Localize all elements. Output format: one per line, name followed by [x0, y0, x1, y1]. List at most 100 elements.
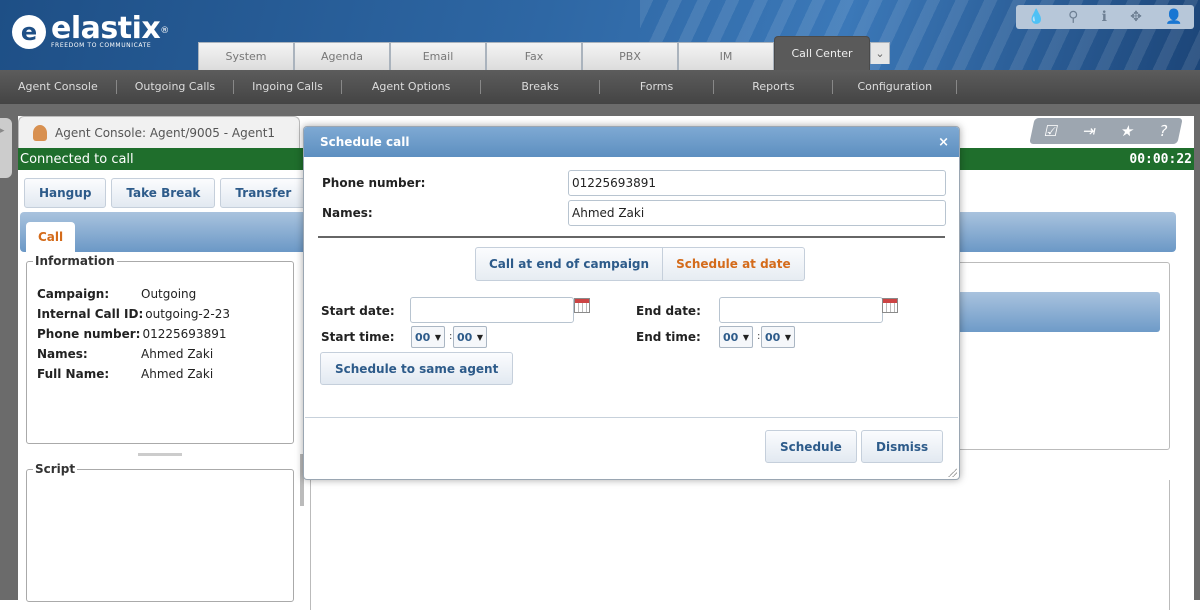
- full-name-label: Full Name:: [37, 367, 110, 381]
- close-icon[interactable]: ×: [938, 135, 949, 150]
- full-name-value: Ahmed Zaki: [141, 367, 214, 381]
- call-at-end-of-campaign-option[interactable]: Call at end of campaign: [475, 247, 664, 281]
- tab-email[interactable]: Email: [390, 42, 486, 70]
- start-date-label: Start date:: [321, 304, 395, 318]
- call-center-subnav: Agent Console Outgoing Calls Ingoing Cal…: [0, 70, 1200, 104]
- schedule-at-date-option[interactable]: Schedule at date: [663, 247, 805, 281]
- tab-agenda[interactable]: Agenda: [294, 42, 390, 70]
- lower-details-pane: [310, 480, 1170, 610]
- information-panel: Information Campaign: Outgoing Internal C…: [26, 254, 294, 444]
- transfer-button[interactable]: Transfer: [220, 178, 307, 208]
- call-id-label: Internal Call ID:: [37, 307, 144, 321]
- call-timer: 00:00:22: [1129, 151, 1192, 167]
- console-tab-title: Agent Console: Agent/9005 - Agent1: [55, 125, 276, 140]
- time-separator: :: [449, 331, 453, 342]
- info-icon[interactable]: ℹ: [1102, 9, 1107, 25]
- phone-value: 01225693891: [142, 327, 227, 341]
- subnav-forms[interactable]: Forms: [600, 80, 715, 94]
- tab-pbx[interactable]: PBX: [582, 42, 678, 70]
- help-icon[interactable]: ?: [1158, 122, 1170, 140]
- subnav-agent-options[interactable]: Agent Options: [342, 80, 482, 94]
- names-value: Ahmed Zaki: [141, 347, 214, 361]
- tab-fax[interactable]: Fax: [486, 42, 582, 70]
- end-hour-select[interactable]: 00 ▼: [719, 326, 753, 348]
- start-hour-select[interactable]: 00 ▼: [411, 326, 445, 348]
- dialog-title: Schedule call: [320, 135, 410, 149]
- tab-call-center[interactable]: Call Center: [774, 36, 870, 70]
- search-icon[interactable]: ⚲: [1068, 9, 1078, 25]
- end-date-label: End date:: [636, 304, 701, 318]
- brand-name: elastix: [51, 11, 161, 46]
- dropdown-arrow-icon: ▼: [784, 332, 791, 342]
- call-status: Connected to call: [20, 151, 134, 167]
- logo-mark-icon: e: [12, 15, 46, 49]
- dropdown-arrow-icon: ▼: [476, 332, 483, 342]
- schedule-button[interactable]: Schedule: [765, 430, 857, 463]
- top-banner: e elastix® FREEDOM TO COMMUNICATE 💧 ⚲ ℹ …: [0, 0, 1200, 70]
- plugin-icon[interactable]: ✥: [1130, 9, 1142, 25]
- subnav-agent-console[interactable]: Agent Console: [0, 80, 117, 94]
- user-icon[interactable]: 👤: [1165, 9, 1182, 25]
- start-date-calendar-icon[interactable]: [574, 298, 590, 313]
- schedule-mode-toggle: Call at end of campaign Schedule at date: [475, 247, 805, 281]
- dialog-divider: [318, 236, 945, 238]
- module-tabs: System Agenda Email Fax PBX IM Call Cent…: [198, 36, 890, 70]
- end-time-label: End time:: [636, 330, 701, 344]
- star-icon[interactable]: ★: [1119, 122, 1136, 140]
- start-time-label: Start time:: [321, 330, 395, 344]
- top-icon-bar: 💧 ⚲ ℹ ✥ 👤: [1016, 5, 1194, 29]
- end-date-field[interactable]: [719, 297, 883, 323]
- phone-number-label: Phone number:: [322, 176, 426, 190]
- schedule-call-dialog: Schedule call × Phone number: 0122569389…: [303, 126, 960, 480]
- console-toolbar: ☑ ⇥ ★ ?: [1029, 118, 1183, 144]
- subnav-outgoing-calls[interactable]: Outgoing Calls: [117, 80, 235, 94]
- campaign-label: Campaign:: [37, 287, 110, 301]
- dropdown-arrow-icon: ▼: [742, 332, 749, 342]
- phone-label: Phone number:: [37, 327, 141, 341]
- details-header-bar: [954, 292, 1160, 332]
- subnav-breaks[interactable]: Breaks: [481, 80, 600, 94]
- script-legend: Script: [35, 462, 76, 476]
- time-separator: :: [757, 331, 761, 342]
- side-panel-toggle[interactable]: ▸: [0, 118, 12, 178]
- call-id-value: outgoing-2-23: [145, 307, 230, 321]
- subnav-reports[interactable]: Reports: [714, 80, 834, 94]
- start-date-field[interactable]: [410, 297, 574, 323]
- start-minute-value: 00: [457, 330, 473, 344]
- end-hour-value: 00: [723, 330, 739, 344]
- dialog-titlebar[interactable]: Schedule call ×: [304, 127, 959, 157]
- names-field[interactable]: Ahmed Zaki: [568, 200, 946, 226]
- take-break-button[interactable]: Take Break: [111, 178, 216, 208]
- names-label: Names:: [322, 206, 373, 220]
- panel-splitter[interactable]: [138, 453, 182, 456]
- names-label: Names:: [37, 347, 88, 361]
- end-minute-select[interactable]: 00 ▼: [761, 326, 795, 348]
- campaign-value: Outgoing: [141, 287, 197, 301]
- edit-icon[interactable]: ☑: [1043, 122, 1060, 140]
- end-date-calendar-icon[interactable]: [882, 298, 898, 313]
- script-panel: Script: [26, 462, 294, 602]
- start-hour-value: 00: [415, 330, 431, 344]
- start-minute-select[interactable]: 00 ▼: [453, 326, 487, 348]
- console-tab: Agent Console: Agent/9005 - Agent1: [18, 116, 300, 148]
- dialog-footer-divider: [305, 417, 958, 418]
- drop-icon[interactable]: 💧: [1028, 9, 1045, 25]
- end-minute-value: 00: [765, 330, 781, 344]
- tab-im[interactable]: IM: [678, 42, 774, 70]
- logout-icon[interactable]: ⇥: [1081, 122, 1097, 140]
- subnav-ingoing-calls[interactable]: Ingoing Calls: [234, 80, 342, 94]
- tab-system[interactable]: System: [198, 42, 294, 70]
- dropdown-arrow-icon: ▼: [434, 332, 441, 342]
- dismiss-button[interactable]: Dismiss: [861, 430, 944, 463]
- agent-icon: [33, 124, 47, 141]
- phone-number-field[interactable]: 01225693891: [568, 170, 946, 196]
- information-legend: Information: [35, 254, 115, 268]
- elastix-logo[interactable]: e elastix® FREEDOM TO COMMUNICATE: [12, 12, 169, 52]
- hangup-button[interactable]: Hangup: [24, 178, 107, 208]
- subnav-configuration[interactable]: Configuration: [833, 80, 958, 94]
- schedule-to-same-agent-button[interactable]: Schedule to same agent: [320, 352, 514, 385]
- call-action-buttons: Hangup Take Break Transfer: [24, 178, 307, 208]
- resize-grip-icon[interactable]: [947, 467, 957, 477]
- more-tabs-chevron-icon[interactable]: ⌄: [870, 42, 890, 64]
- tab-call[interactable]: Call: [26, 222, 76, 252]
